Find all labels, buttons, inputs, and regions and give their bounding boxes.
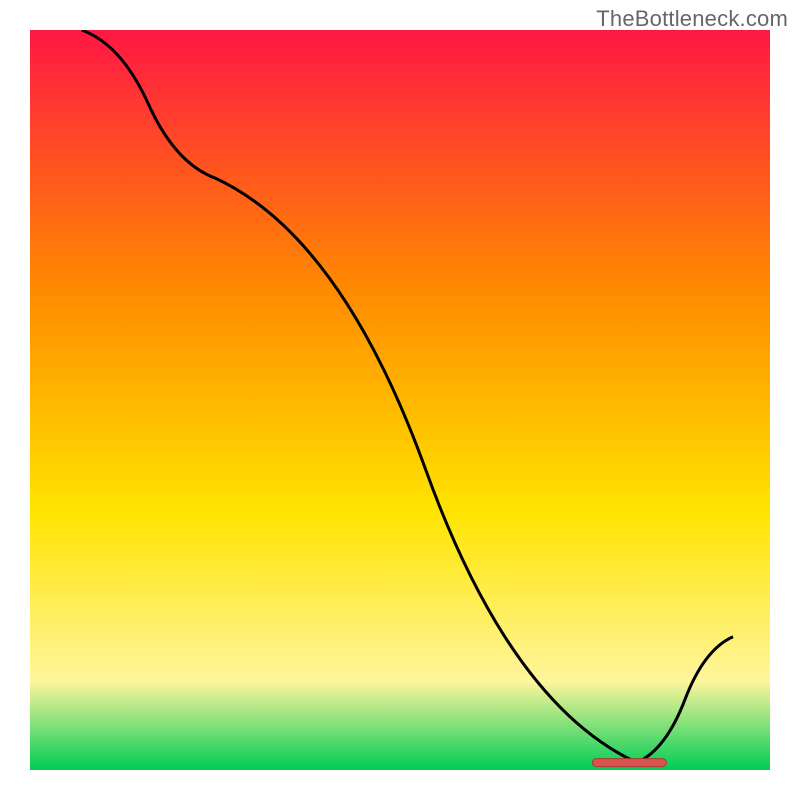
gradient-background [30, 30, 770, 770]
watermark-text: TheBottleneck.com [596, 6, 788, 32]
chart-canvas: TheBottleneck.com [0, 0, 800, 800]
bottleneck-chart-svg [30, 30, 770, 770]
plot-area [30, 30, 770, 770]
optimal-marker [592, 759, 666, 767]
